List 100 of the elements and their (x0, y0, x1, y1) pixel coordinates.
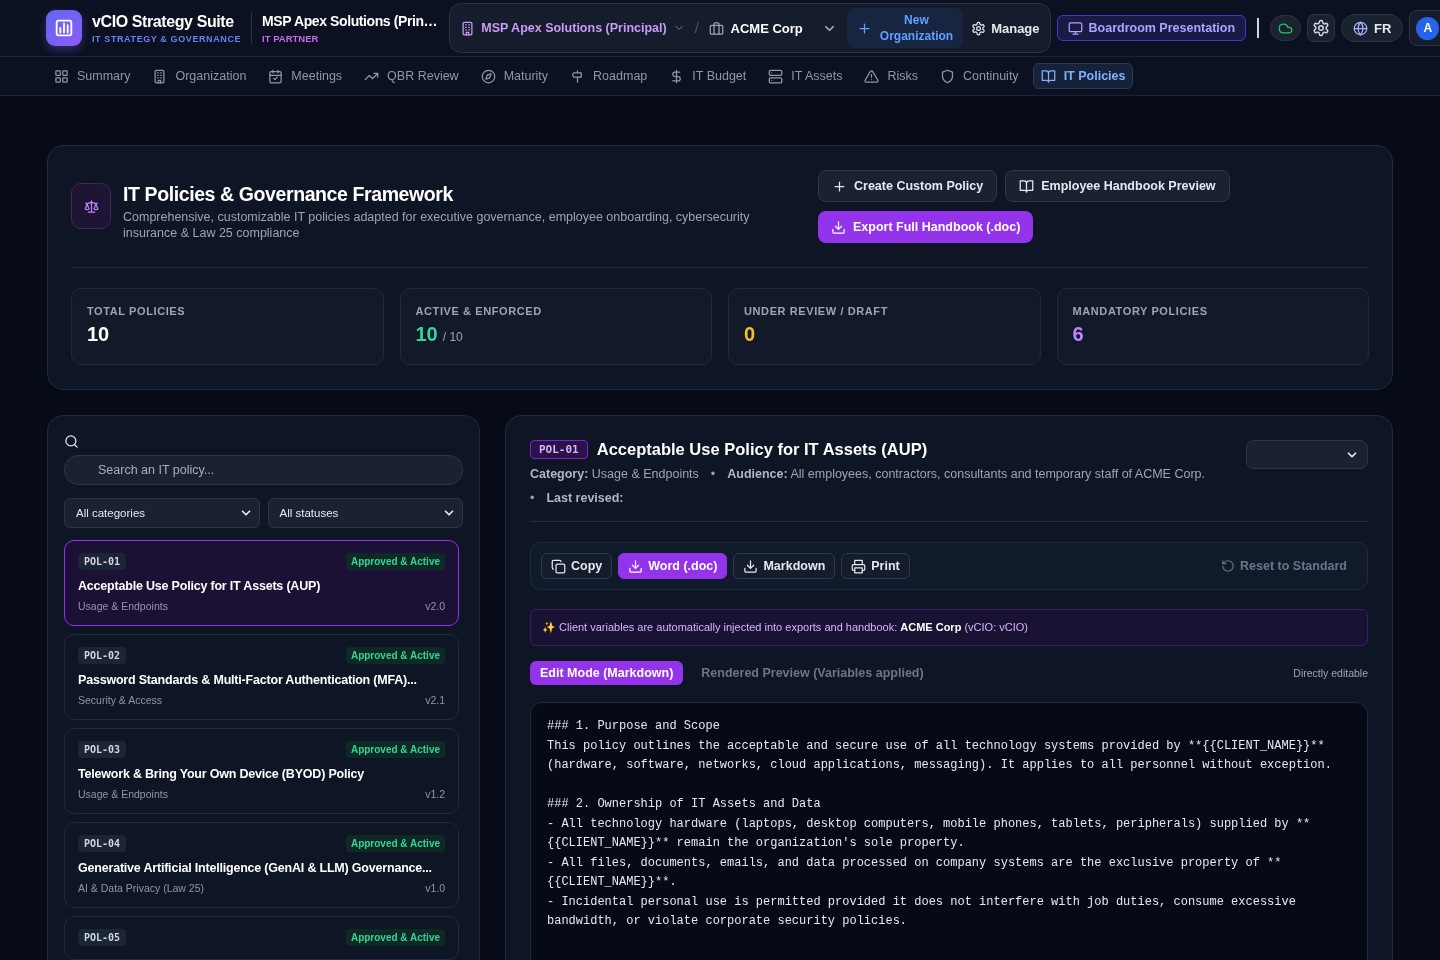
notice-banner: ✨ Client variables are automatically injected into exports and handbook: ACME Corp (vCIO: vCIO) (530, 609, 1368, 646)
presentation-button[interactable]: Boardroom Presentation (1056, 15, 1247, 41)
printer-icon (851, 558, 867, 574)
partner-role: IT PARTNER (262, 32, 320, 44)
policy-category: Usage & Endpoints (78, 788, 168, 800)
monitor-icon (1067, 20, 1083, 36)
meta-text: Audience: All employees, contractors, consultants and temporary staff of ACME Corp. (727, 467, 1205, 481)
nav-tab[interactable]: Organization (144, 63, 255, 89)
policy-version: v2.0 (425, 600, 445, 612)
policy-code: POL-04 (78, 835, 127, 852)
policy-title: Generative Artificial Intelligence (GenAI & LLM) Governance... (78, 861, 433, 875)
mode-tab[interactable]: Rendered Preview (Variables applied) (691, 661, 934, 685)
stat-value: 6 (1072, 323, 1084, 346)
cloud-sync-button[interactable] (1270, 15, 1302, 41)
policy-code: POL-05 (78, 929, 127, 946)
policy-title: Telework & Bring Your Own Device (BYOD) Policy (78, 767, 365, 781)
policy-card[interactable]: POL-01 Approved & Active Acceptable Use Policy for IT Assets (AUP) Usage & Endpoints v2.0 (64, 540, 459, 626)
nav-tab[interactable]: IT Assets (760, 63, 851, 89)
download-icon (831, 219, 846, 235)
partner-name: MSP Apex Solutions (Prin… (262, 12, 438, 29)
nav-tab[interactable]: IT Policies (1032, 63, 1134, 89)
action-button[interactable]: Create Custom Policy (818, 170, 998, 202)
nav-tab[interactable]: IT Budget (661, 63, 755, 89)
action-button[interactable]: Export Full Handbook (.doc) (818, 211, 1034, 243)
stat-label: TOTAL POLICIES (87, 305, 187, 317)
app-subtitle: IT STRATEGY & GOVERNANCE (92, 33, 242, 44)
status-badge: Approved & Active (345, 553, 445, 570)
policy-version: v1.2 (425, 788, 445, 800)
editable-note: Directly editable (1293, 667, 1368, 679)
avatar[interactable]: A (1416, 16, 1440, 40)
export-button[interactable]: Copy (541, 553, 613, 579)
policy-category: Security & Access (78, 694, 163, 706)
policy-code: POL-02 (78, 647, 127, 664)
search-icon (64, 434, 79, 449)
policy-code: POL-01 (78, 553, 127, 570)
search-field[interactable]: Search an IT policy... (64, 455, 463, 485)
manage-button[interactable]: Manage (969, 20, 1042, 36)
nav-tab[interactable]: Maturity (472, 63, 557, 89)
principal-dropdown[interactable]: MSP Apex Solutions (Principal) (460, 20, 685, 36)
export-button[interactable]: Markdown (733, 553, 836, 579)
status-badge: Approved & Active (345, 929, 445, 946)
book-icon (1019, 178, 1035, 194)
language-button[interactable]: FR (1341, 14, 1404, 42)
policy-category: AI & Data Privacy (Law 25) (78, 882, 205, 894)
bullet: • (710, 467, 716, 481)
status-badge: Approved & Active (345, 835, 445, 852)
policy-card[interactable]: POL-05 Approved & Active (64, 916, 459, 960)
settings-button[interactable] (1307, 14, 1336, 42)
policy-title: Password Standards & Multi-Factor Authentication (MFA)... (78, 673, 418, 687)
server-icon (768, 68, 784, 84)
calendar-icon (268, 68, 284, 84)
category-dropdown[interactable]: All categories (64, 498, 260, 528)
globe-icon (1353, 20, 1369, 36)
policy-version: v1.0 (425, 882, 445, 894)
user-menu[interactable]: A (1409, 10, 1440, 46)
client-dropdown[interactable]: ACME Corp (708, 20, 837, 36)
settings-icon (971, 20, 987, 36)
policy-code: POL-03 (78, 741, 127, 758)
mode-tab[interactable]: Edit Mode (Markdown) (530, 661, 684, 685)
stat-label: MANDATORY POLICIES (1072, 305, 1209, 317)
status-dropdown[interactable]: All statuses (267, 498, 463, 528)
building-icon (152, 68, 168, 84)
nav-tab[interactable]: Continuity (932, 63, 1027, 89)
plus-icon (832, 178, 847, 194)
policy-category: Usage & Endpoints (78, 600, 168, 612)
page-description: Comprehensive, customizable IT policies adapted for executive governance, employee onboarding, cybersecurity insurance & Law 25 compliance (123, 209, 751, 241)
stat-value: 10 (87, 323, 110, 346)
export-button[interactable]: Print (841, 553, 910, 579)
stat-label: UNDER REVIEW / DRAFT (744, 305, 889, 317)
separator: / (694, 20, 699, 36)
nav-tab[interactable]: Roadmap (562, 63, 656, 89)
action-button[interactable]: Employee Handbook Preview (1005, 170, 1230, 202)
stat-value: 10 (415, 323, 438, 346)
book-icon (1040, 68, 1056, 84)
nav-tab[interactable]: Meetings (260, 63, 351, 89)
policy-card[interactable]: POL-04 Approved & Active Generative Artificial Intelligence (GenAI & LLM) Governance... AI & Data Privacy (Law 25) v1.0 (64, 822, 459, 908)
nav-tab[interactable]: Risks (856, 63, 927, 89)
bar-chart-icon (53, 17, 75, 39)
building-icon (460, 20, 476, 36)
grid-icon (54, 68, 69, 84)
reset-button[interactable]: Reset to Standard (1221, 559, 1347, 573)
compass-icon (480, 68, 496, 84)
nav-tab[interactable]: Summary (46, 63, 139, 89)
status-badge: Approved & Active (345, 647, 445, 664)
nav-tab[interactable]: QBR Review (356, 63, 467, 89)
page-title: IT Policies & Governance Framework (123, 183, 454, 206)
markdown-editor[interactable]: ### 1. Purpose and Scope This policy outlines the acceptable and secure use of all technology systems provided by **{{CLIENT_NAME}}** (hardware, software, networks, cloud applications, messaging). It applies to all personnel without exception. ### 2. Ownership of IT Assets and Data - All technology hardware (laptops, desktop computers, mobile phones, tablets, peripherals) supplied by **{{CLIENT_NAME}}** remain the organization's sole property. - All files, documents, emails, and data processed on company systems are the exclusive property of **{{CLIENT_NAME}}**. - Incidental personal use is permitted provided it does not interfere with job duties, consume excessive bandwidth, or violate corporate security policies. (530, 702, 1368, 960)
briefcase-icon (708, 20, 724, 36)
policy-card[interactable]: POL-03 Approved & Active Telework & Bring Your Own Device (BYOD) Policy Usage & Endpoints v1.2 (64, 728, 459, 814)
download-icon (628, 558, 644, 574)
settings-icon (1312, 19, 1331, 37)
shield-icon (940, 68, 956, 84)
reset-icon (1221, 559, 1236, 573)
policy-card[interactable]: POL-02 Approved & Active Password Standards & Multi-Factor Authentication (MFA)... Security & Access v2.1 (64, 634, 459, 720)
new-organization-button[interactable]: New Organization (846, 8, 964, 48)
meta-text: Category: Usage & Endpoints (530, 467, 699, 481)
export-button[interactable]: Word (.doc) (618, 553, 728, 579)
stat-label: ACTIVE & ENFORCED (415, 305, 543, 317)
bullet: • (530, 491, 535, 505)
copy-icon (551, 558, 566, 574)
